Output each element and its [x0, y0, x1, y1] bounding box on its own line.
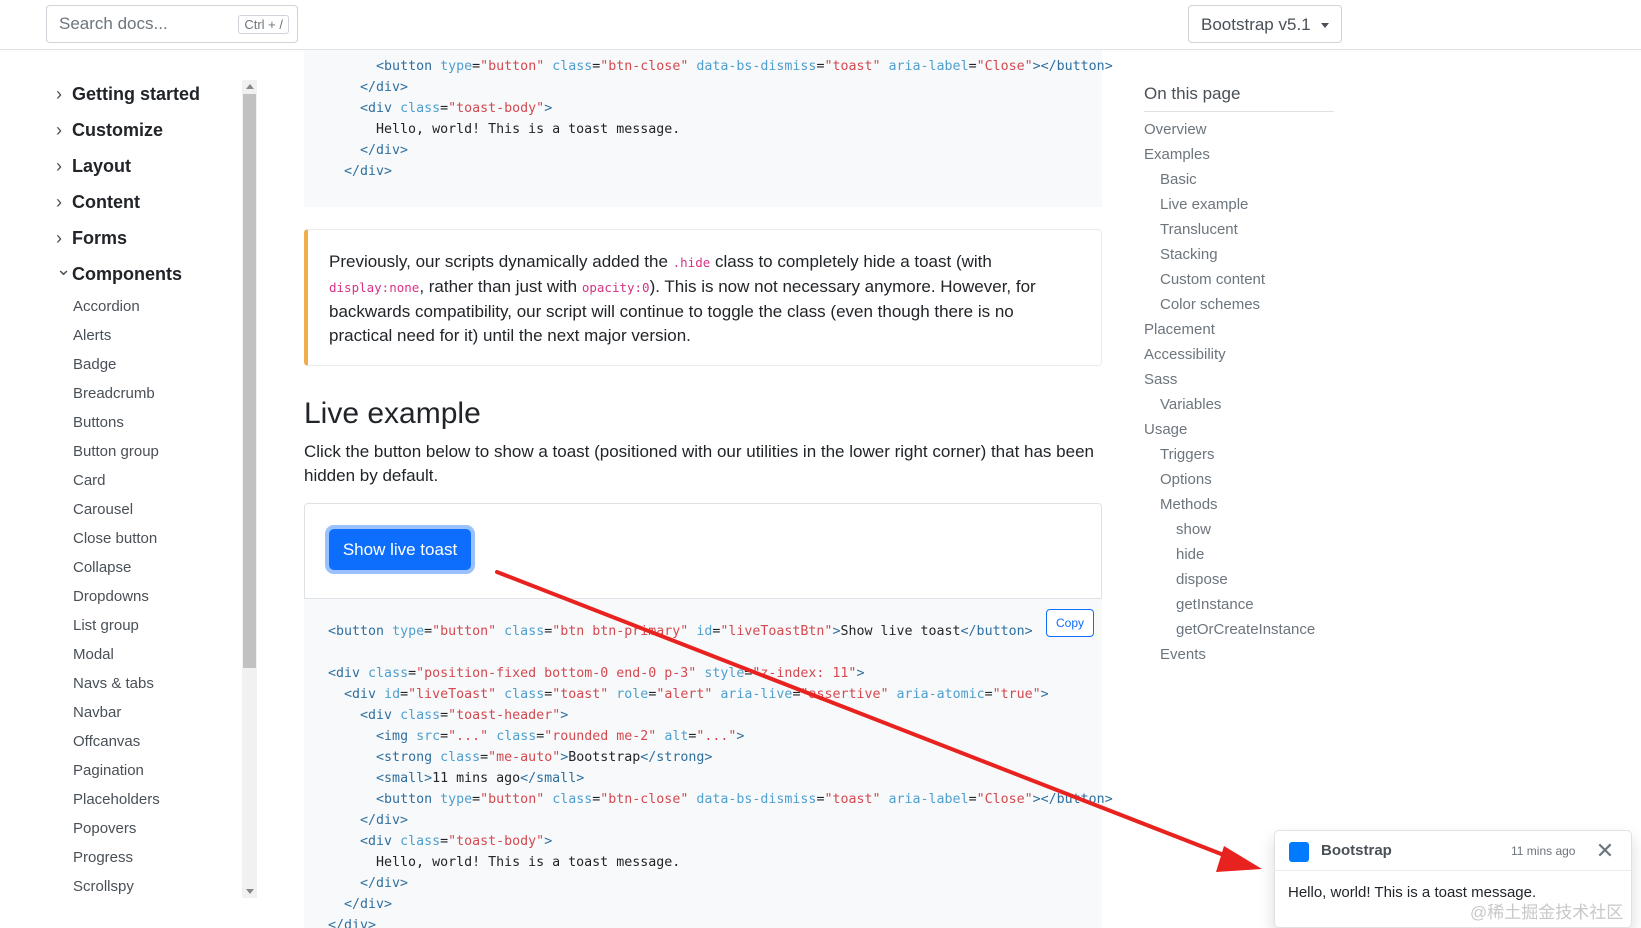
toc-title: On this page: [1144, 84, 1241, 103]
toc-link-accessibility[interactable]: Accessibility: [1144, 346, 1226, 363]
toc-link-sass[interactable]: Sass: [1144, 371, 1177, 388]
toast-brand-square-icon: [1289, 842, 1309, 862]
toast-header: Bootstrap 11 mins ago ✕: [1275, 831, 1631, 871]
callout-warning: Previously, our scripts dynamically adde…: [304, 229, 1102, 366]
toc-link-stacking[interactable]: Stacking: [1160, 246, 1218, 263]
sidebar-item-navs-tabs[interactable]: Navs & tabs: [73, 675, 154, 692]
sidebar-item-placeholders[interactable]: Placeholders: [73, 791, 160, 808]
version-label: Bootstrap v5.1: [1201, 15, 1311, 34]
toc-link-dispose[interactable]: dispose: [1176, 571, 1228, 588]
show-live-toast-button[interactable]: Show live toast: [329, 529, 471, 570]
section-title: Live example: [304, 397, 481, 430]
sidebar-group-customize[interactable]: › Customize: [56, 120, 163, 141]
sidebar-group-label: Content: [72, 192, 140, 212]
sidebar-item-navbar[interactable]: Navbar: [73, 704, 121, 721]
toc-link-events[interactable]: Events: [1160, 646, 1206, 663]
toc-link-show[interactable]: show: [1176, 521, 1211, 538]
toc-link-hide[interactable]: hide: [1176, 546, 1204, 563]
top-navbar: Ctrl + / Bootstrap v5.1: [0, 0, 1641, 50]
sidebar-group-layout[interactable]: › Layout: [56, 156, 131, 177]
sidebar-item-dropdowns[interactable]: Dropdowns: [73, 588, 149, 605]
toc-link-examples[interactable]: Examples: [1144, 146, 1210, 163]
toast-timestamp: 11 mins ago: [1511, 844, 1576, 858]
sidebar-item-scrollspy[interactable]: Scrollspy: [73, 878, 134, 895]
toc-divider: [1144, 111, 1334, 112]
sidebar-group-getting-started[interactable]: › Getting started: [56, 84, 200, 105]
sidebar-item-close-button[interactable]: Close button: [73, 530, 157, 547]
callout-text-1: Previously, our scripts dynamically adde…: [329, 252, 673, 271]
toc-link-getinstance[interactable]: getInstance: [1176, 596, 1254, 613]
toc-link-placement[interactable]: Placement: [1144, 321, 1215, 338]
sidebar-group-forms[interactable]: › Forms: [56, 228, 127, 249]
code-opacity: opacity:0: [581, 280, 650, 295]
toc-link-triggers[interactable]: Triggers: [1160, 446, 1214, 463]
toast-title: Bootstrap: [1321, 842, 1392, 859]
section-lead: Click the button below to show a toast (…: [304, 442, 1094, 485]
code-block-live: <button type="button" class="btn btn-pri…: [304, 599, 1113, 928]
chevron-right-icon: ›: [56, 84, 62, 104]
sidebar-item-accordion[interactable]: Accordion: [73, 298, 140, 315]
sidebar-group-components[interactable]: ⌄ Components: [56, 259, 182, 285]
copy-code-button[interactable]: Copy: [1046, 609, 1094, 637]
toc-link-variables[interactable]: Variables: [1160, 396, 1221, 413]
search-box[interactable]: Ctrl + /: [46, 5, 298, 43]
code-display-none: display:none: [329, 280, 420, 295]
scroll-up-arrow-icon[interactable]: [246, 84, 254, 89]
code-hide: .hide: [672, 255, 711, 270]
close-icon[interactable]: ✕: [1595, 840, 1615, 862]
sidebar-item-offcanvas[interactable]: Offcanvas: [73, 733, 140, 750]
sidebar-group-label: Components: [72, 264, 182, 284]
toc-link-basic[interactable]: Basic: [1160, 171, 1197, 188]
sidebar-group-content[interactable]: › Content: [56, 192, 140, 213]
sidebar-group-label: Customize: [72, 120, 164, 140]
scroll-down-arrow-icon[interactable]: [246, 889, 254, 894]
sidebar-item-buttons[interactable]: Buttons: [73, 414, 124, 431]
callout-text-2: class to completely hide a toast (with: [710, 252, 992, 271]
sidebar-item-alerts[interactable]: Alerts: [73, 327, 111, 344]
chevron-right-icon: ›: [56, 228, 62, 248]
sidebar-group-label: Forms: [72, 228, 128, 248]
sidebar-scrollbar-thumb[interactable]: [243, 94, 256, 668]
watermark: @稀土掘金技术社区: [1470, 903, 1624, 922]
sidebar-item-progress[interactable]: Progress: [73, 849, 133, 866]
toc-link-color-schemes[interactable]: Color schemes: [1160, 296, 1260, 313]
chevron-right-icon: ›: [56, 156, 62, 176]
toc-link-usage[interactable]: Usage: [1144, 421, 1187, 438]
toc-link-overview[interactable]: Overview: [1144, 121, 1207, 138]
toc-link-live-example[interactable]: Live example: [1160, 196, 1248, 213]
version-dropdown[interactable]: Bootstrap v5.1: [1188, 5, 1342, 43]
sidebar-item-collapse[interactable]: Collapse: [73, 559, 131, 576]
toc-link-methods[interactable]: Methods: [1160, 496, 1218, 513]
sidebar-item-carousel[interactable]: Carousel: [73, 501, 133, 518]
sidebar-item-list-group[interactable]: List group: [73, 617, 139, 634]
caret-down-icon: [1321, 23, 1329, 28]
toc-link-getorcreateinstance[interactable]: getOrCreateInstance: [1176, 621, 1315, 638]
chevron-down-icon: ⌄: [56, 259, 72, 279]
search-input[interactable]: [59, 14, 229, 34]
sidebar-item-breadcrumb[interactable]: Breadcrumb: [73, 385, 155, 402]
sidebar-item-card[interactable]: Card: [73, 472, 106, 489]
toc-link-custom-content[interactable]: Custom content: [1160, 271, 1265, 288]
sidebar-item-button-group[interactable]: Button group: [73, 443, 159, 460]
search-shortcut-hint: Ctrl + /: [238, 15, 289, 34]
sidebar-item-modal[interactable]: Modal: [73, 646, 114, 663]
sidebar-item-pagination[interactable]: Pagination: [73, 762, 144, 779]
example-preview: Show live toast: [304, 503, 1102, 599]
toc-link-options[interactable]: Options: [1160, 471, 1212, 488]
toc-link-translucent[interactable]: Translucent: [1160, 221, 1238, 238]
callout-text-3: , rather than just with: [419, 277, 582, 296]
sidebar-group-label: Layout: [72, 156, 132, 176]
chevron-right-icon: ›: [56, 120, 62, 140]
sidebar-item-popovers[interactable]: Popovers: [73, 820, 136, 837]
sidebar-item-badge[interactable]: Badge: [73, 356, 116, 373]
sidebar-group-label: Getting started: [72, 84, 201, 104]
chevron-right-icon: ›: [56, 192, 62, 212]
